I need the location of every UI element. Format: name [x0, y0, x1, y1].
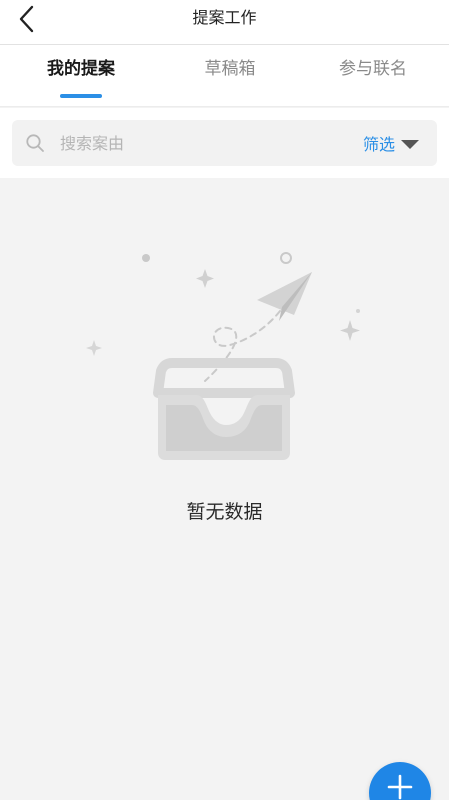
active-tab-indicator [60, 94, 102, 98]
tab-drafts[interactable]: 草稿箱 [170, 45, 290, 107]
tab-bar: 我的提案 草稿箱 参与联名 [0, 45, 449, 107]
empty-state-message: 暂无数据 [186, 501, 263, 523]
add-proposal-button[interactable] [369, 762, 431, 800]
search-section: 筛选 [0, 108, 449, 178]
filter-label: 筛选 [362, 135, 395, 154]
plus-icon [387, 774, 413, 800]
app-screen: 提案工作 我的提案 草稿箱 参与联名 筛选 [0, 0, 449, 800]
search-input[interactable] [60, 126, 340, 160]
tab-joint-signature[interactable]: 参与联名 [318, 45, 428, 107]
top-nav-bar: 提案工作 [0, 0, 449, 45]
empty-inbox-illustration [86, 252, 360, 460]
filter-button[interactable]: 筛选 [363, 120, 419, 166]
search-icon [26, 134, 44, 152]
caret-down-icon [401, 139, 419, 149]
search-bar: 筛选 [12, 120, 437, 166]
page-title: 提案工作 [192, 8, 257, 27]
